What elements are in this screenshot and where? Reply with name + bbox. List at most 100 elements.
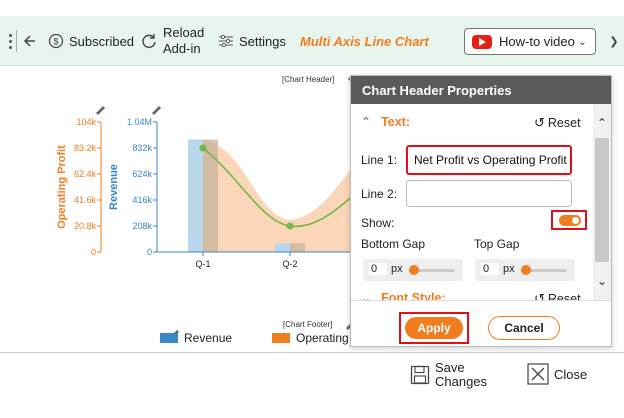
show-toggle-highlight bbox=[551, 210, 587, 230]
revenue-tick-label-5: 1.04M bbox=[127, 117, 152, 127]
top-gap-control: 0 px bbox=[475, 259, 575, 281]
close-button[interactable]: Close bbox=[527, 363, 587, 385]
toolbar: $ Subscribed Reload Add-in Settings Mult… bbox=[0, 16, 624, 66]
reset-font-button[interactable]: ↺ Reset bbox=[534, 291, 581, 300]
toolbar-scroll-arrow-icon[interactable]: ❯ bbox=[608, 31, 620, 51]
toolbar-divider bbox=[16, 30, 17, 52]
bottom-gap-slider[interactable] bbox=[409, 265, 419, 275]
reset-label: Reset bbox=[547, 116, 581, 130]
legend-swatch-operating bbox=[272, 333, 290, 343]
operating-profit-axis-title: Operating Profit bbox=[56, 145, 68, 229]
panel-scrollbar[interactable]: ⌃ ⌄ bbox=[593, 104, 611, 300]
operating-profit-tick-label-4: 83.2k bbox=[74, 143, 97, 153]
x-tick-label-2: Q-2 bbox=[282, 259, 297, 269]
panel-title: Chart Header Properties bbox=[351, 76, 611, 104]
legend-label-operating: Operating bbox=[296, 331, 349, 345]
apply-highlight: Apply bbox=[399, 312, 469, 344]
bottom-gap-control: 0 px bbox=[363, 259, 463, 281]
subscribed-label: Subscribed bbox=[69, 33, 135, 49]
bar-revenue-shade-2 bbox=[290, 243, 305, 252]
text-section-header[interactable]: ⌃ Text: bbox=[361, 115, 410, 129]
howto-label: How-to video bbox=[499, 34, 575, 49]
top-gap-label: Top Gap bbox=[474, 237, 520, 251]
bottom-bar: Save Changes Close bbox=[0, 352, 624, 400]
line-point-1 bbox=[199, 144, 207, 152]
font-style-label: Font Style: bbox=[381, 291, 446, 300]
bottom-gap-input[interactable]: 0 bbox=[369, 263, 387, 275]
panel-footer bbox=[351, 300, 611, 346]
revenue-tick-label-4: 832k bbox=[132, 143, 152, 153]
show-label: Show: bbox=[361, 216, 395, 230]
refresh-icon bbox=[140, 32, 158, 50]
sliders-icon bbox=[218, 34, 234, 48]
scroll-up-icon[interactable]: ⌃ bbox=[593, 116, 611, 130]
back-arrow-icon[interactable] bbox=[20, 16, 40, 66]
operating-profit-tick-label-5: 104k bbox=[76, 117, 96, 127]
bottom-gap-unit: px bbox=[391, 263, 403, 275]
x-tick-label-1: Q-1 bbox=[195, 259, 210, 269]
revenue-tick-label-3: 624k bbox=[132, 169, 152, 179]
apply-button[interactable]: Apply bbox=[405, 317, 463, 339]
revenue-tick-label-1: 208k bbox=[132, 221, 152, 231]
legend-item-revenue[interactable]: Revenue bbox=[160, 331, 232, 345]
top-gap-slider[interactable] bbox=[521, 265, 531, 275]
menu-kebab-icon[interactable] bbox=[6, 16, 14, 66]
line-point-2 bbox=[286, 222, 294, 230]
chart-canvas: Q-1 Q-2 0 20.8k 41.6k 62.4k 83.2k 104k Operating… bbox=[56, 77, 350, 339]
reset-icon: ↺ bbox=[534, 115, 545, 130]
save-icon bbox=[410, 365, 430, 385]
text-section-label: Text: bbox=[381, 115, 410, 129]
bottom-gap-label: Bottom Gap bbox=[361, 237, 426, 251]
line2-input[interactable] bbox=[406, 180, 572, 207]
chart-header-properties-panel: Chart Header Properties ⌃ Text: ↺ Reset … bbox=[350, 75, 612, 347]
chevron-down-icon: ⌄ bbox=[361, 291, 372, 300]
operating-profit-tick-label-2: 41.6k bbox=[74, 195, 97, 205]
scroll-down-icon[interactable]: ⌄ bbox=[593, 274, 611, 288]
app-title: Multi Axis Line Chart bbox=[300, 33, 429, 49]
revenue-tick-label-0: 0 bbox=[147, 247, 152, 257]
bar-revenue-1 bbox=[188, 139, 203, 252]
revenue-axis-title: Revenue bbox=[108, 164, 120, 210]
line2-label: Line 2: bbox=[361, 187, 398, 201]
legend-item-operating[interactable]: Operating bbox=[272, 331, 349, 345]
settings-button[interactable]: Settings bbox=[218, 16, 286, 66]
operating-profit-tick-label-1: 20.8k bbox=[74, 221, 97, 231]
scroll-thumb[interactable] bbox=[595, 138, 609, 262]
chevron-down-icon: ⌄ bbox=[577, 36, 587, 48]
reset-icon: ↺ bbox=[534, 291, 545, 300]
close-box-icon bbox=[527, 363, 549, 385]
howto-video-dropdown[interactable]: How-to video ⌄ bbox=[464, 28, 596, 55]
youtube-icon bbox=[472, 34, 492, 49]
reset-text-button[interactable]: ↺ Reset bbox=[534, 115, 581, 131]
top-gap-unit: px bbox=[503, 263, 515, 275]
top-gap-input[interactable]: 0 bbox=[481, 263, 499, 275]
legend-label-revenue: Revenue bbox=[184, 331, 233, 345]
cancel-button[interactable]: Cancel bbox=[488, 316, 560, 340]
pencil-icon-1 bbox=[96, 106, 105, 115]
reload-label: Reload Add-in bbox=[163, 25, 205, 56]
reset-font-label: Reset bbox=[547, 292, 581, 300]
operating-profit-tick-label-0: 0 bbox=[91, 247, 96, 257]
bar-revenue-shade-1 bbox=[203, 139, 218, 252]
line1-label: Line 1: bbox=[361, 153, 398, 167]
chart-header-tag[interactable]: [Chart Header] bbox=[282, 75, 334, 84]
operating-profit-tick-label-3: 62.4k bbox=[74, 169, 97, 179]
save-changes-button[interactable]: Save Changes bbox=[410, 361, 487, 389]
chevron-up-icon: ⌃ bbox=[361, 115, 372, 129]
panel-body: ⌃ Text: ↺ Reset Line 1: Net Profit vs Op… bbox=[351, 104, 593, 300]
subscribed-button[interactable]: $ Subscribed bbox=[48, 16, 134, 66]
area-operating-profit bbox=[203, 140, 350, 252]
font-style-section-header[interactable]: ⌄ Font Style: bbox=[361, 291, 446, 300]
chart-footer-tag[interactable]: [Chart Footer] bbox=[283, 320, 332, 329]
close-label: Close bbox=[554, 366, 588, 382]
line1-input[interactable]: Net Profit vs Operating Profit bbox=[406, 145, 572, 175]
svg-text:$: $ bbox=[53, 37, 58, 47]
show-toggle[interactable] bbox=[559, 215, 581, 226]
reload-addin-button[interactable]: Reload Add-in bbox=[140, 16, 211, 66]
revenue-tick-label-2: 416k bbox=[132, 195, 152, 205]
pencil-icon-2 bbox=[152, 106, 161, 115]
bar-revenue-2 bbox=[275, 243, 290, 252]
save-changes-label: Save Changes bbox=[435, 360, 488, 389]
dollar-circle-icon: $ bbox=[48, 33, 64, 49]
settings-label: Settings bbox=[239, 33, 286, 49]
